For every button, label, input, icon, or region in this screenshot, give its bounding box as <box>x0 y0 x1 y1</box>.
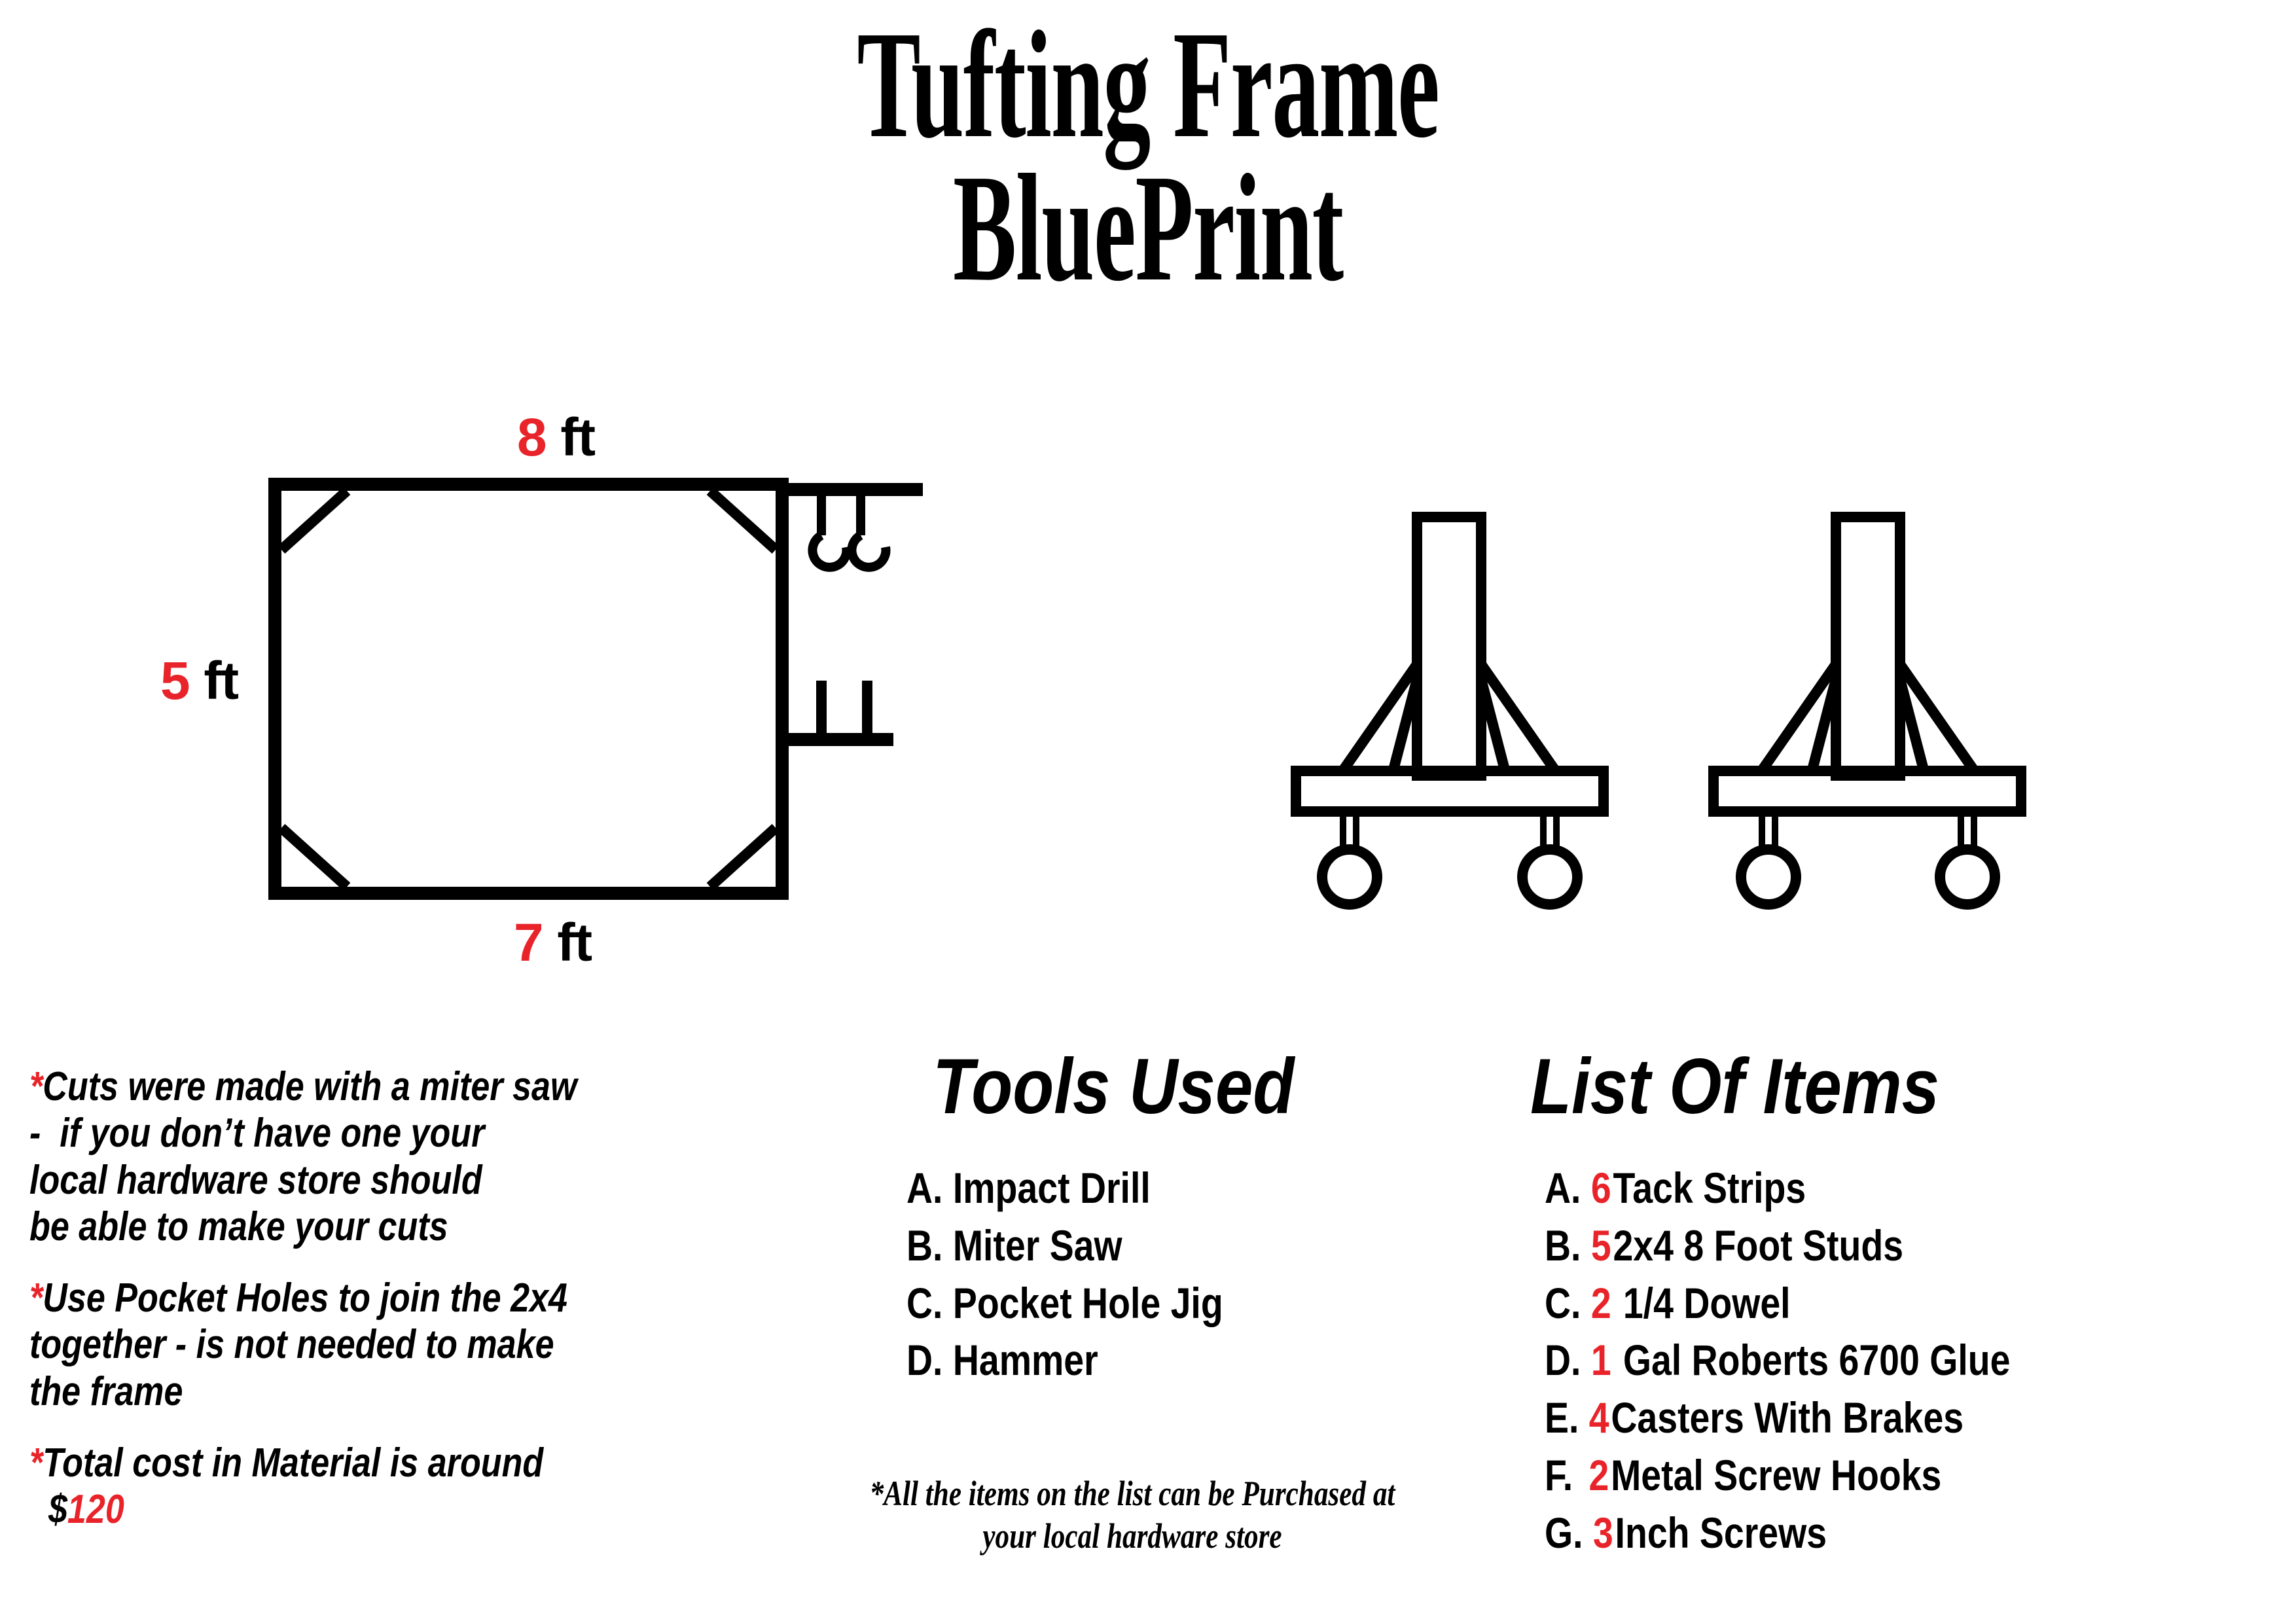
dimension-bottom-unit: ft <box>557 913 592 972</box>
tools-item-label: B. <box>906 1221 943 1270</box>
corner-brace-top-left <box>278 487 351 554</box>
screw-hook-icon-1 <box>808 495 852 572</box>
note-1-text: Cuts were made with a miter saw - if you… <box>29 1064 577 1249</box>
dimension-top: 8 ft <box>517 408 596 467</box>
tools-item-label: A. <box>906 1164 943 1212</box>
caster-2-1 <box>1736 812 1801 910</box>
stands-drawing <box>1291 512 2026 910</box>
corner-brace-bottom-left <box>278 824 351 891</box>
frame-drawing <box>268 478 923 900</box>
items-item-qty: 5 <box>1590 1221 1611 1270</box>
dimension-top-unit: ft <box>560 408 596 467</box>
cost-note: *Total cost in Material is around $120 <box>29 1440 645 1533</box>
items-item-qty: 4 <box>1588 1393 1609 1442</box>
items-item-label: C. <box>1545 1278 1581 1327</box>
items-item-name: 2x4 8 Foot Studs <box>1613 1221 1904 1270</box>
title-line-1: Tufting Frame <box>857 0 1439 169</box>
items-item-qty: 2 <box>1590 1278 1611 1327</box>
items-list-item: G. 3Inch Screws <box>1545 1505 2177 1562</box>
note-1-star: * <box>29 1064 43 1109</box>
note-2-star: * <box>29 1275 43 1321</box>
caster-1-2 <box>1517 812 1583 910</box>
items-list-item: B. 52x4 8 Foot Studs <box>1545 1217 2177 1275</box>
footnote-line-2: your local hardware store <box>982 1516 1282 1556</box>
items-list: A. 6Tack Strips B. 52x4 8 Foot Studs C. … <box>1545 1160 2296 1561</box>
dimension-bottom-value: 7 <box>514 913 544 972</box>
tools-list-item: D. Hammer <box>906 1332 1426 1389</box>
items-item-name: Tack Strips <box>1613 1164 1806 1212</box>
list-of-items-heading: List Of Items <box>1530 1043 1940 1130</box>
items-list-item: C. 2 1/4 Dowel <box>1545 1275 2177 1332</box>
tools-item-name: Hammer <box>952 1336 1098 1385</box>
cost-note-text: Total cost in Material is around <box>43 1440 544 1486</box>
items-item-name: Gal Roberts 6700 Glue <box>1613 1336 2011 1385</box>
frame-diagram <box>268 478 1001 923</box>
items-item-name: Inch Screws <box>1615 1508 1827 1557</box>
items-item-label: F. <box>1545 1450 1573 1499</box>
corner-brace-bottom-right <box>706 824 780 891</box>
corner-brace-top-right <box>706 487 780 554</box>
list-of-items-section: List Of Items A. 6Tack Strips B. 52x4 8 … <box>1525 1047 2296 1561</box>
items-item-name: Casters With Brakes <box>1611 1393 1964 1442</box>
items-item-label: D. <box>1545 1336 1581 1385</box>
frame-outer-rect <box>268 478 789 900</box>
tools-item-label: D. <box>906 1336 943 1385</box>
items-item-label: E. <box>1545 1393 1579 1442</box>
stand-2-post <box>1831 512 1905 781</box>
items-item-label: B. <box>1545 1221 1581 1270</box>
tools-list-item: A. Impact Drill <box>906 1160 1426 1217</box>
screw-hook-icon-2 <box>847 495 891 572</box>
title-line-2: BluePrint <box>953 142 1344 313</box>
leg-stand-2 <box>1708 512 2026 910</box>
tools-list-item: C. Pocket Hole Jig <box>906 1275 1426 1332</box>
note-2-text: Use Pocket Holes to join the 2x4 togethe… <box>29 1275 567 1414</box>
leg-stand-1 <box>1291 512 1609 910</box>
tools-used-section: Tools Used A. Impact Drill B. Miter Saw … <box>870 1047 1525 1389</box>
tools-used-heading: Tools Used <box>933 1043 1295 1130</box>
items-item-label: A. <box>1545 1164 1581 1212</box>
items-item-qty: 6 <box>1590 1164 1611 1212</box>
tools-item-name: Pocket Hole Jig <box>952 1278 1223 1327</box>
note-1: *Cuts were made with a miter saw - if yo… <box>29 1063 645 1250</box>
caster-1-1 <box>1317 812 1382 910</box>
items-item-qty: 1 <box>1590 1336 1611 1385</box>
items-list-item: D. 1 Gal Roberts 6700 Glue <box>1545 1332 2177 1389</box>
tools-list: A. Impact Drill B. Miter Saw C. Pocket H… <box>906 1160 1525 1389</box>
cost-note-star: * <box>29 1440 43 1486</box>
items-item-name: 1/4 Dowel <box>1613 1278 1791 1327</box>
purchase-footnote: *All the items on the list can be Purcha… <box>863 1472 1402 1558</box>
items-list-item: E. 4Casters With Brakes <box>1545 1389 2177 1447</box>
dimension-top-value: 8 <box>517 408 547 467</box>
page-title: Tufting Frame BluePrint <box>0 0 2296 313</box>
dimension-left: 5 ft <box>160 651 239 711</box>
cost-amount: 120 <box>67 1487 124 1533</box>
tools-item-name: Impact Drill <box>952 1164 1151 1212</box>
note-2: *Use Pocket Holes to join the 2x4 togeth… <box>29 1275 645 1415</box>
items-list-item: A. 6Tack Strips <box>1545 1160 2177 1217</box>
stand-1-post <box>1412 512 1486 781</box>
caster-2-2 <box>1935 812 2000 910</box>
notes-block: *Cuts were made with a miter saw - if yo… <box>29 1063 762 1558</box>
items-item-qty: 3 <box>1592 1508 1613 1557</box>
footnote-line-1: *All the items on the list can be Purcha… <box>869 1474 1395 1513</box>
dimension-left-unit: ft <box>204 651 239 711</box>
items-item-qty: 2 <box>1588 1450 1609 1499</box>
tools-item-label: C. <box>906 1278 943 1327</box>
leg-stands-diagram <box>1276 504 2062 926</box>
items-list-item: F. 2Metal Screw Hooks <box>1545 1447 2177 1505</box>
dimension-bottom: 7 ft <box>514 916 592 970</box>
tools-item-name: Miter Saw <box>952 1221 1122 1270</box>
items-item-label: G. <box>1545 1508 1583 1557</box>
dimension-left-value: 5 <box>160 651 190 711</box>
items-item-name: Metal Screw Hooks <box>1611 1450 1942 1499</box>
tools-list-item: B. Miter Saw <box>906 1217 1426 1275</box>
cost-currency: $ <box>48 1487 67 1533</box>
